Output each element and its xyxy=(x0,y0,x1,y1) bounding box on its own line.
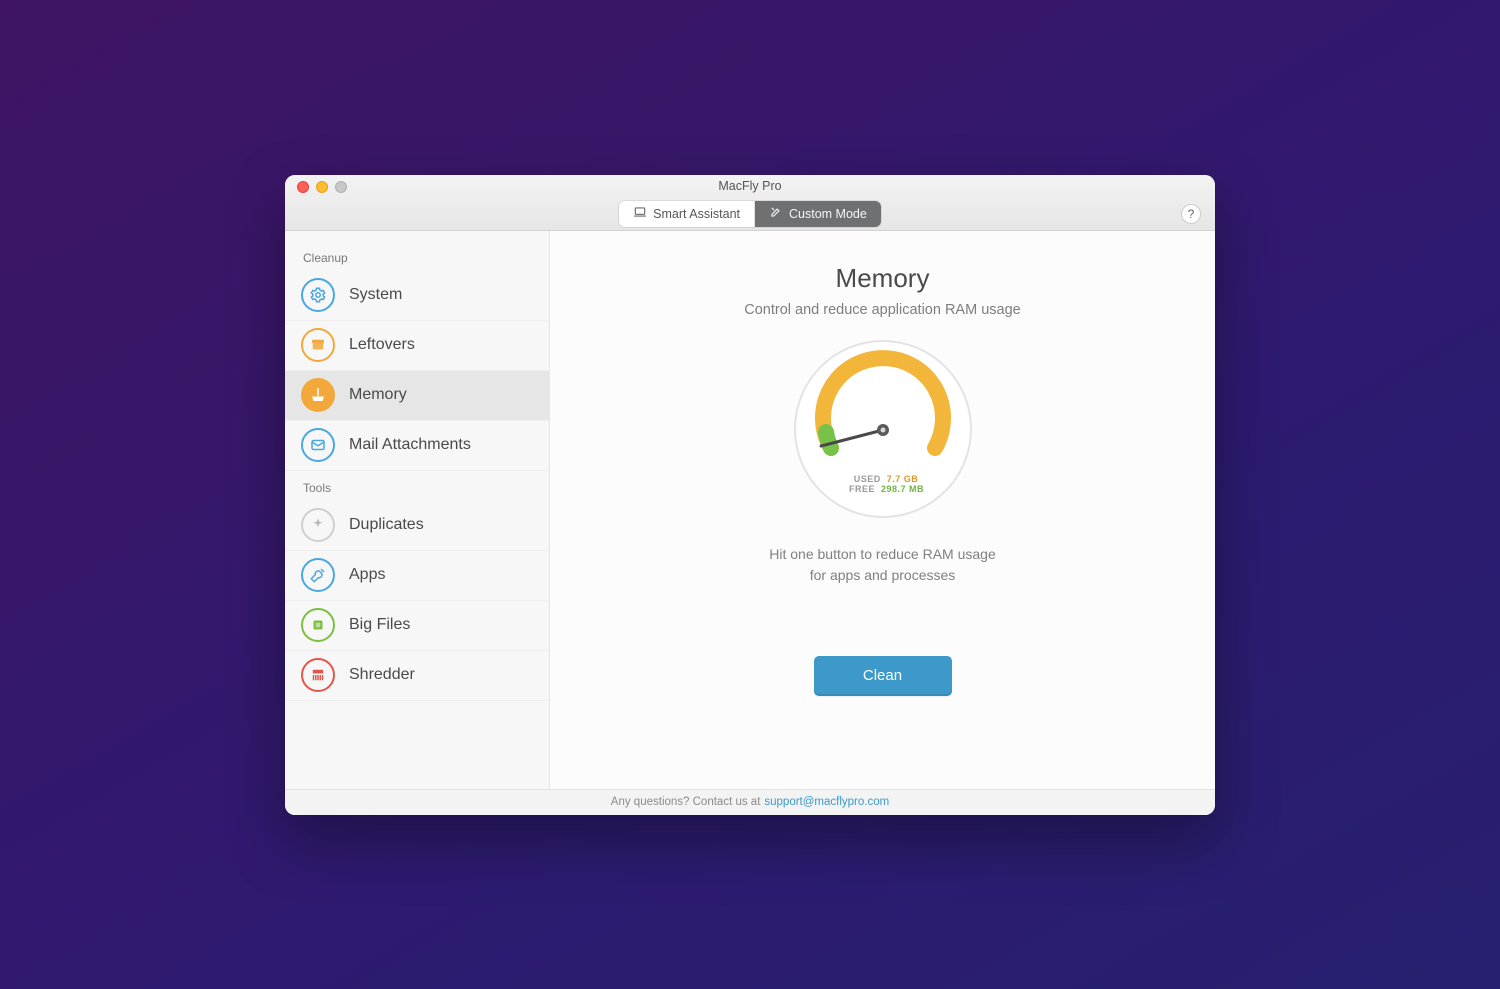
sidebar-item-label: Shredder xyxy=(349,666,415,684)
sidebar-item-apps[interactable]: Apps xyxy=(285,551,549,601)
sidebar-item-label: Apps xyxy=(349,566,385,584)
gauge-used-value: 7.7 GB xyxy=(887,474,919,484)
zoom-window-button[interactable] xyxy=(335,181,347,193)
clean-button-label: Clean xyxy=(863,667,902,684)
help-button[interactable]: ? xyxy=(1181,204,1201,224)
gauge-free-value: 298.7 MB xyxy=(881,484,924,494)
footer-prefix: Any questions? Contact us at xyxy=(611,796,761,808)
mode-segmented-control: Smart Assistant Custom Mode xyxy=(619,201,881,227)
wrench-icon xyxy=(301,558,335,592)
clean-button[interactable]: Clean xyxy=(814,656,952,696)
hint-line-2: for apps and processes xyxy=(769,565,995,586)
broom-icon xyxy=(301,378,335,412)
laptop-icon xyxy=(633,205,647,222)
sidebar-item-label: Duplicates xyxy=(349,516,424,534)
sidebar-section-label: Cleanup xyxy=(285,241,549,271)
sidebar: Cleanup System Leftovers Memory Mail Attachm… xyxy=(285,231,550,789)
support-email-link[interactable]: support@macflypro.com xyxy=(764,796,889,808)
tab-smart-assistant-label: Smart Assistant xyxy=(653,207,740,221)
sidebar-item-duplicates[interactable]: Duplicates xyxy=(285,501,549,551)
sidebar-section-label: Tools xyxy=(285,471,549,501)
sidebar-item-system[interactable]: System xyxy=(285,271,549,321)
hint-line-1: Hit one button to reduce RAM usage xyxy=(769,544,995,565)
mail-icon xyxy=(301,428,335,462)
main-pane: Memory Control and reduce application RA… xyxy=(550,231,1215,789)
tab-custom-mode[interactable]: Custom Mode xyxy=(755,201,881,227)
box-icon xyxy=(301,328,335,362)
sidebar-item-bigfiles[interactable]: Big Files xyxy=(285,601,549,651)
chip-icon xyxy=(301,608,335,642)
sidebar-item-memory[interactable]: Memory xyxy=(285,371,549,421)
sidebar-item-leftovers[interactable]: Leftovers xyxy=(285,321,549,371)
sidebar-item-mail[interactable]: Mail Attachments xyxy=(285,421,549,471)
gauge-icon xyxy=(803,350,963,470)
close-window-button[interactable] xyxy=(297,181,309,193)
gauge-used-label: USED xyxy=(847,474,881,484)
gauge-free-label: FREE xyxy=(841,484,875,494)
traffic-lights xyxy=(297,181,347,193)
sparkle-icon xyxy=(301,508,335,542)
titlebar: MacFly Pro Smart Assistant Custom Mode xyxy=(285,175,1215,231)
page-subtitle: Control and reduce application RAM usage xyxy=(744,302,1020,318)
sidebar-item-shredder[interactable]: Shredder xyxy=(285,651,549,701)
footer: Any questions? Contact us at support@mac… xyxy=(285,789,1215,815)
app-window: MacFly Pro Smart Assistant Custom Mode xyxy=(285,175,1215,815)
page-title: Memory xyxy=(836,263,930,294)
window-title: MacFly Pro xyxy=(718,179,781,193)
tools-icon xyxy=(769,205,783,222)
shred-icon xyxy=(301,658,335,692)
sidebar-item-label: Big Files xyxy=(349,616,410,634)
sidebar-item-label: Leftovers xyxy=(349,336,415,354)
memory-gauge: USED 7.7 GB FREE 298.7 MB xyxy=(794,340,972,518)
sidebar-item-label: Mail Attachments xyxy=(349,436,471,454)
hint-text: Hit one button to reduce RAM usage for a… xyxy=(769,544,995,586)
minimize-window-button[interactable] xyxy=(316,181,328,193)
tab-custom-mode-label: Custom Mode xyxy=(789,207,867,221)
tab-smart-assistant[interactable]: Smart Assistant xyxy=(619,201,755,227)
gauge-readout: USED 7.7 GB FREE 298.7 MB xyxy=(841,474,924,494)
sidebar-item-label: System xyxy=(349,286,402,304)
sidebar-item-label: Memory xyxy=(349,386,407,404)
help-button-label: ? xyxy=(1188,207,1195,221)
gear-icon xyxy=(301,278,335,312)
